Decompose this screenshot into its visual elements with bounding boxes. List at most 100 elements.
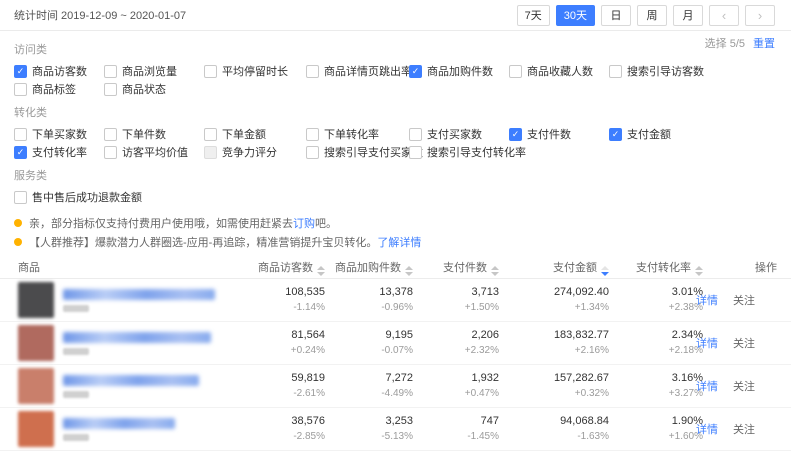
metric-checkbox[interactable]: 竞争力评分 bbox=[204, 144, 306, 160]
metric-checkbox[interactable]: ✓ 商品标签 bbox=[14, 81, 104, 97]
follow-link[interactable]: 关注 bbox=[733, 292, 755, 308]
column-header-cart-adds[interactable]: 商品加购件数 bbox=[325, 259, 413, 276]
sort-icon bbox=[491, 266, 499, 276]
checkbox-icon: ✓ bbox=[204, 128, 217, 141]
checkbox-icon: ✓ bbox=[409, 146, 422, 159]
checkbox-icon: ✓ bbox=[306, 65, 319, 78]
column-header-paid-amount[interactable]: 支付金额 bbox=[499, 259, 609, 276]
chevron-right-icon[interactable]: › bbox=[745, 5, 775, 26]
checkbox-icon: ✓ bbox=[409, 65, 422, 78]
checkbox-icon: ✓ bbox=[509, 65, 522, 78]
checkbox-icon: ✓ bbox=[104, 146, 117, 159]
metric-value: 2,206 bbox=[413, 329, 499, 342]
checkbox-icon: ✓ bbox=[14, 146, 27, 159]
metric-checkbox[interactable]: ✓ 商品加购件数 bbox=[409, 63, 509, 79]
product-metrics-table: 商品 商品访客数 商品加购件数 支付件数 支付金额 支付转化率 操作 108,5… bbox=[0, 256, 791, 451]
product-subtitle-redacted bbox=[63, 391, 89, 398]
metric-checkbox[interactable]: ✓ 支付金额 bbox=[609, 126, 671, 142]
metric-value: 274,092.40 bbox=[499, 286, 609, 299]
check-icon: ✓ bbox=[412, 67, 420, 76]
metric-checkbox[interactable]: ✓ 商品收藏人数 bbox=[509, 63, 609, 79]
product-meta bbox=[63, 375, 199, 398]
metric-checkbox[interactable]: ✓ 平均停留时长 bbox=[204, 63, 306, 79]
metric-checkbox[interactable]: ✓ 搜索引导支付转化率 bbox=[409, 144, 509, 160]
notice-text: 吧。 bbox=[315, 215, 337, 231]
metric-checkbox[interactable]: ✓ 搜索引导访客数 bbox=[609, 63, 704, 79]
notice-text: 亲，部分指标仅支持付费用户使用哦，如需使用赶紧去 bbox=[29, 215, 293, 231]
detail-link[interactable]: 详情 bbox=[696, 292, 718, 308]
metric-checkbox[interactable]: ✓ 访客平均价值 bbox=[104, 144, 204, 160]
conversion-cell: 3.16%+3.27% bbox=[609, 372, 703, 400]
metric-checkbox[interactable]: ✓ 支付件数 bbox=[509, 126, 609, 142]
metric-checkbox[interactable]: ✓ 支付转化率 bbox=[14, 144, 104, 160]
range-button-7d[interactable]: 7天 bbox=[517, 5, 550, 26]
product-thumbnail bbox=[18, 282, 54, 318]
metric-checkbox[interactable]: ✓ 商品访客数 bbox=[14, 63, 104, 79]
paid-items-cell: 1,932+0.47% bbox=[413, 372, 499, 400]
metric-value: 3.16% bbox=[609, 372, 703, 385]
product-cell[interactable] bbox=[18, 411, 239, 447]
check-icon: ✓ bbox=[612, 130, 620, 139]
metric-checkbox[interactable]: ✓ 商品状态 bbox=[104, 81, 204, 97]
metric-checkbox-label: 商品状态 bbox=[122, 81, 166, 97]
metric-checkbox[interactable]: ✓ 售中售后成功退款金额 bbox=[14, 189, 142, 205]
metric-value: 3,713 bbox=[413, 286, 499, 299]
product-cell[interactable] bbox=[18, 368, 239, 404]
detail-link[interactable]: 详情 bbox=[696, 335, 718, 351]
metric-value: 3.01% bbox=[609, 286, 703, 299]
sort-icon bbox=[317, 266, 325, 276]
product-title-redacted bbox=[63, 332, 211, 343]
metric-delta: -0.07% bbox=[325, 344, 413, 357]
column-header-conversion[interactable]: 支付转化率 bbox=[609, 259, 703, 276]
metric-delta: -4.49% bbox=[325, 387, 413, 400]
range-button-week[interactable]: 周 bbox=[637, 5, 667, 26]
metric-checkbox[interactable]: ✓ 商品浏览量 bbox=[104, 63, 204, 79]
product-thumbnail bbox=[18, 368, 54, 404]
chevron-left-icon[interactable]: ‹ bbox=[709, 5, 739, 26]
checkbox-icon: ✓ bbox=[609, 128, 622, 141]
detail-link[interactable]: 详情 bbox=[696, 378, 718, 394]
learn-more-link[interactable]: 了解详情 bbox=[377, 234, 421, 250]
range-button-30d[interactable]: 30天 bbox=[556, 5, 595, 26]
metric-checkbox[interactable]: ✓ 下单买家数 bbox=[14, 126, 104, 142]
metric-checkbox[interactable]: ✓ 下单金额 bbox=[204, 126, 306, 142]
detail-link[interactable]: 详情 bbox=[696, 421, 718, 437]
metric-checkbox[interactable]: ✓ 支付买家数 bbox=[409, 126, 509, 142]
visitors-cell: 38,576-2.85% bbox=[239, 415, 325, 443]
product-cell[interactable] bbox=[18, 282, 239, 318]
subscribe-link[interactable]: 订购 bbox=[293, 215, 315, 231]
product-thumbnail bbox=[18, 325, 54, 361]
metric-checkbox-label: 商品详情页跳出率 bbox=[324, 63, 412, 79]
metric-delta: +2.18% bbox=[609, 344, 703, 357]
product-meta bbox=[63, 418, 175, 441]
range-button-day[interactable]: 日 bbox=[601, 5, 631, 26]
metric-checkbox[interactable]: ✓ 商品详情页跳出率 bbox=[306, 63, 409, 79]
metric-checkbox-label: 商品浏览量 bbox=[122, 63, 177, 79]
paid-amount-cell: 94,068.84-1.63% bbox=[499, 415, 609, 443]
metric-value: 59,819 bbox=[239, 372, 325, 385]
checkbox-icon: ✓ bbox=[14, 83, 27, 96]
metric-value: 1,932 bbox=[413, 372, 499, 385]
metric-checkbox[interactable]: ✓ 下单件数 bbox=[104, 126, 204, 142]
metric-checkbox-label: 商品标签 bbox=[32, 81, 76, 97]
product-subtitle-redacted bbox=[63, 434, 89, 441]
metric-value: 1.90% bbox=[609, 415, 703, 428]
check-icon: ✓ bbox=[512, 130, 520, 139]
column-header-visitors[interactable]: 商品访客数 bbox=[239, 259, 325, 276]
checkbox-icon bbox=[204, 146, 217, 159]
visitors-cell: 108,535-1.14% bbox=[239, 286, 325, 314]
column-header-paid-items[interactable]: 支付件数 bbox=[413, 259, 499, 276]
metric-checkbox[interactable]: ✓ 搜索引导支付买家数 bbox=[306, 144, 409, 160]
actions-cell: 详情 关注 bbox=[703, 378, 777, 394]
range-button-month[interactable]: 月 bbox=[673, 5, 703, 26]
product-cell[interactable] bbox=[18, 325, 239, 361]
metric-delta: +0.24% bbox=[239, 344, 325, 357]
follow-link[interactable]: 关注 bbox=[733, 378, 755, 394]
metric-delta: -1.45% bbox=[413, 430, 499, 443]
follow-link[interactable]: 关注 bbox=[733, 335, 755, 351]
follow-link[interactable]: 关注 bbox=[733, 421, 755, 437]
cart-adds-cell: 3,253-5.13% bbox=[325, 415, 413, 443]
conversion-cell: 3.01%+2.38% bbox=[609, 286, 703, 314]
reset-button[interactable]: 重置 bbox=[753, 38, 775, 50]
metric-checkbox[interactable]: ✓ 下单转化率 bbox=[306, 126, 409, 142]
